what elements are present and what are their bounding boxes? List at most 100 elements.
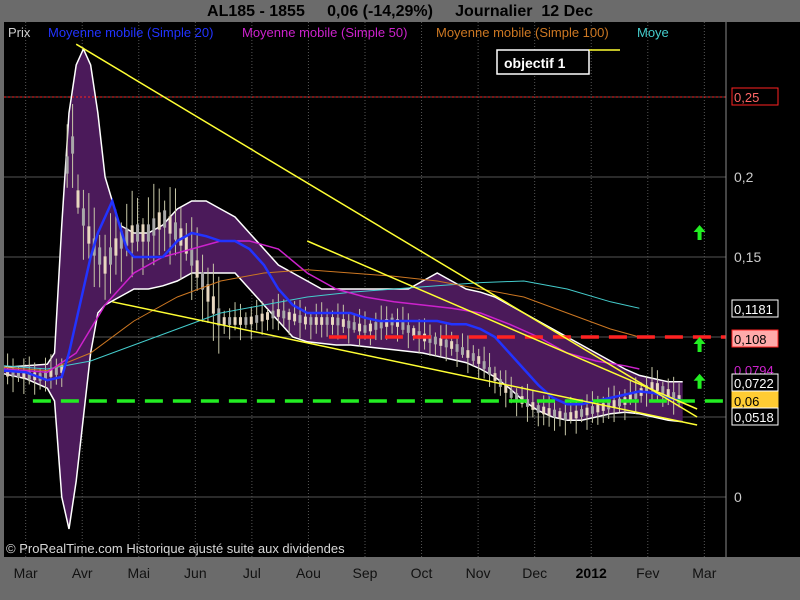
x-tick-label: Mar — [692, 565, 716, 581]
price-bar-body — [163, 210, 167, 228]
price-bar-body — [152, 218, 156, 236]
price-bar-body — [320, 317, 324, 325]
price-bar-body — [282, 310, 286, 319]
price-bar-body — [569, 412, 573, 420]
x-axis: Mar Avr Mai Jun Jul Aou Sep Oct Nov Dec 2012 Fev Mar — [14, 565, 717, 581]
price-bar-body — [563, 412, 567, 421]
price-bar-body — [98, 247, 102, 265]
price-label: 0,0518 — [734, 410, 774, 425]
price-label: 0,06 — [734, 394, 759, 409]
price-bar-body — [331, 317, 335, 325]
price-bar-body — [71, 136, 75, 154]
price-bar-body — [314, 317, 318, 325]
price-bar-body — [655, 383, 659, 391]
price-bar-body — [455, 344, 459, 352]
price-bar-body — [460, 347, 464, 355]
x-tick-label: Mai — [127, 565, 150, 581]
price-bar-body — [580, 409, 584, 417]
y-tick-label: 0 — [734, 489, 742, 505]
price-bar-body — [271, 310, 275, 319]
price-bar-body — [542, 406, 546, 415]
legend-item: Moye — [637, 25, 669, 40]
price-bar-body — [87, 226, 91, 244]
price-bar-body — [439, 338, 443, 346]
price-bar-body — [298, 315, 302, 323]
price-bar-body — [325, 317, 329, 325]
price-bar-body — [444, 339, 448, 348]
price-bar-body — [358, 323, 362, 332]
price-bar-body — [287, 312, 291, 320]
price-bar-body — [146, 224, 150, 242]
objectif-label: objectif 1 — [504, 55, 566, 71]
price-bar-body — [238, 317, 242, 325]
x-tick-label: Fev — [636, 565, 659, 581]
price-bar-body — [336, 317, 340, 326]
price-bar-body — [293, 313, 297, 322]
price-bar-body — [108, 247, 112, 265]
price-bar-body — [341, 319, 345, 327]
price-bar-body — [211, 296, 215, 314]
price-bar-body — [244, 317, 248, 325]
x-tick-label: Nov — [466, 565, 491, 581]
price-bar-body — [488, 367, 492, 375]
price-bar-body — [596, 404, 600, 413]
price-bar-body — [352, 322, 356, 330]
price-bar-body — [141, 224, 145, 242]
price-bar-body — [81, 208, 85, 226]
price-bar-body — [363, 325, 367, 333]
price-bar-body — [433, 336, 437, 345]
price-bar-body — [157, 212, 161, 230]
x-tick-label: Dec — [522, 565, 547, 581]
price-bar-body — [374, 322, 378, 330]
price-bar-body — [168, 216, 172, 234]
x-tick-label: Jun — [184, 565, 207, 581]
x-tick-label: Avr — [72, 565, 93, 581]
price-bar-body — [531, 402, 535, 410]
price-bar-body — [509, 390, 513, 398]
price-label: 0,1181 — [734, 302, 773, 317]
price-bar-body — [574, 410, 578, 419]
y-tick-label: 0,15 — [734, 249, 761, 265]
price-bar-body — [255, 315, 259, 323]
y-axis: 00,150,20,250,11810,1080,07940,07220,060… — [725, 22, 800, 557]
price-bar-body — [590, 406, 594, 414]
price-bar-body — [585, 407, 589, 416]
price-bar-body — [303, 316, 307, 325]
price-bar-body — [347, 320, 351, 329]
price-bar-body — [249, 316, 253, 325]
x-tick-label: Aou — [296, 565, 321, 581]
price-bar-body — [217, 308, 221, 326]
y-tick-label: 0,2 — [734, 169, 754, 185]
price-bar-body — [260, 313, 264, 322]
price-bar-body — [233, 317, 237, 325]
price-bar-body — [504, 385, 508, 393]
price-label: 0,0722 — [734, 376, 774, 391]
x-tick-label: 2012 — [576, 565, 607, 581]
price-label: 0,25 — [734, 90, 759, 105]
price-bar-body — [471, 353, 475, 361]
price-bar-body — [466, 350, 470, 358]
chart-canvas[interactable]: Prix Moyenne mobile (Simple 20) Moyenne mo… — [0, 0, 800, 600]
price-bar-body — [228, 317, 232, 325]
legend-item: Moyenne mobile (Simple 20) — [48, 25, 213, 40]
x-tick-label: Mar — [14, 565, 38, 581]
copyright-note: © ProRealTime.com Historique ajusté suit… — [6, 541, 345, 556]
price-bar-body — [547, 408, 551, 416]
price-bar-body — [618, 398, 622, 407]
price-bar-body — [114, 238, 118, 256]
price-bar-body — [482, 361, 486, 369]
price-bar-body — [401, 322, 405, 330]
price-label: 0,108 — [734, 332, 767, 347]
price-bar-body — [76, 190, 80, 208]
price-bar-body — [190, 248, 194, 266]
price-bar-body — [553, 409, 557, 418]
price-bar-body — [477, 356, 481, 364]
price-bar-body — [206, 284, 210, 302]
price-bar-body — [195, 260, 199, 278]
legend: Prix Moyenne mobile (Simple 20) Moyenne mo… — [8, 25, 669, 40]
price-bar-body — [406, 325, 410, 333]
legend-item: Moyenne mobile (Simple 50) — [242, 25, 407, 40]
price-bar-body — [266, 312, 270, 320]
price-bar-body — [450, 341, 454, 349]
price-bar-body — [558, 411, 562, 419]
